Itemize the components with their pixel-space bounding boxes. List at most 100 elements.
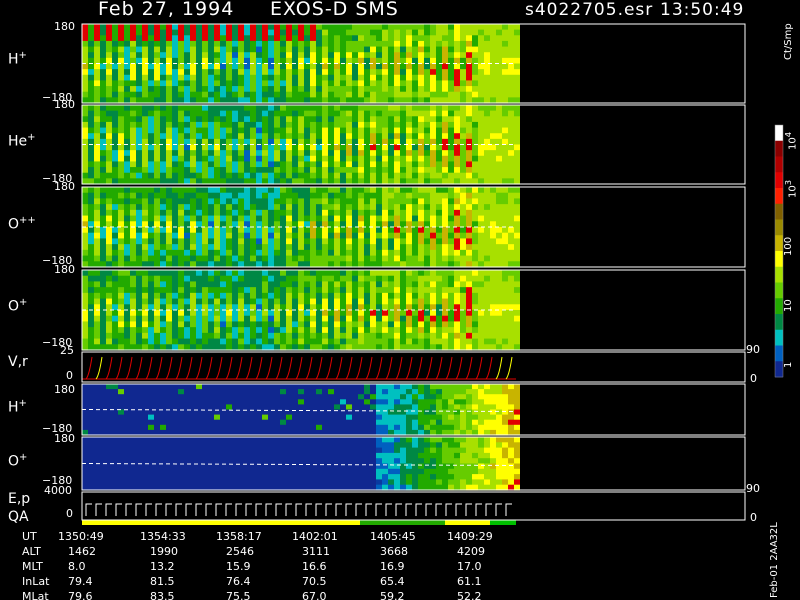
spectrogram-cell — [172, 150, 178, 157]
spectrogram-cell — [328, 86, 334, 93]
spectrogram-cell — [82, 52, 88, 59]
spectrogram-cell — [400, 192, 406, 200]
spectrogram-cell — [448, 35, 454, 42]
spectrogram-cell — [262, 332, 268, 340]
spectrogram-cell — [154, 424, 160, 431]
spectrogram-cell — [172, 414, 178, 421]
spectrogram-cell — [310, 40, 316, 48]
spectrogram-cell — [148, 215, 154, 222]
spectrogram-cell — [172, 399, 178, 405]
spectrogram-cell — [316, 144, 322, 151]
spectrogram-cell — [280, 52, 286, 59]
spectrogram-cell — [394, 255, 400, 262]
spectrogram-cell — [448, 321, 454, 328]
spectrogram-cell — [490, 24, 496, 31]
spectrogram-cell — [148, 281, 154, 288]
spectrogram-cell — [376, 414, 382, 421]
spectrogram-cell — [298, 270, 304, 277]
spectrogram-cell — [274, 161, 280, 168]
spectrogram-cell — [412, 116, 418, 123]
spectrogram-cell — [238, 327, 244, 334]
spectrogram-cell — [118, 155, 124, 163]
spectrogram-cell — [418, 394, 424, 400]
spectrogram-cell — [142, 315, 148, 323]
spectrogram-cell — [94, 86, 100, 93]
spectrogram-cell — [268, 244, 274, 251]
spectrogram-cell — [178, 292, 184, 300]
spectrogram-cell — [160, 35, 166, 42]
spectrogram-cell — [370, 227, 376, 234]
spectrogram-cell — [496, 40, 502, 48]
spectrogram-cell — [430, 209, 436, 217]
spectrogram-cell — [412, 74, 418, 82]
spectrogram-cell — [346, 419, 352, 426]
spectrogram-cell — [496, 80, 502, 87]
spectrogram-cell — [244, 399, 250, 405]
spectrogram-cell — [418, 232, 424, 240]
spectrogram-cell — [196, 287, 202, 294]
spectrogram-cell — [130, 74, 136, 82]
spectrogram-cell — [118, 74, 124, 82]
spectrogram-cell — [142, 463, 148, 470]
spectrogram-cell — [466, 292, 472, 300]
spectrogram-cell — [442, 321, 448, 328]
spectrogram-cell — [412, 35, 418, 42]
spectrogram-cell — [370, 327, 376, 334]
spectrogram-cell — [250, 110, 256, 117]
spectrogram-cell — [250, 292, 256, 300]
spectrogram-cell — [202, 404, 208, 411]
spectrogram-cell — [196, 394, 202, 400]
spectrogram-cell — [418, 121, 424, 129]
spectrogram-cell — [94, 249, 100, 257]
spectrogram-cell — [142, 384, 148, 390]
spectrogram-cell — [340, 419, 346, 426]
spectrogram-cell — [322, 91, 328, 98]
spectrogram-cell — [100, 198, 106, 205]
spectrogram-cell — [106, 198, 112, 205]
spectrogram-cell — [262, 394, 268, 400]
spectrogram-cell — [430, 275, 436, 283]
spectrogram-cell — [148, 133, 154, 140]
spectrogram-cell — [412, 86, 418, 93]
spectrogram-cell — [478, 238, 484, 245]
spectrogram-cell — [154, 338, 160, 345]
spectrogram-cell — [358, 419, 364, 426]
spectrogram-cell — [322, 321, 328, 328]
spectrogram-cell — [400, 338, 406, 345]
spectrogram-cell — [442, 419, 448, 426]
spectrogram-cell — [460, 409, 466, 416]
spectrogram-cell — [436, 63, 442, 70]
spectrogram-cell — [220, 255, 226, 262]
spectrogram-cell — [82, 298, 88, 305]
spectrogram-cell — [250, 127, 256, 134]
spectrogram-cell — [478, 232, 484, 240]
spectrogram-cell — [286, 133, 292, 140]
spectrogram-cell — [172, 91, 178, 98]
spectrogram-cell — [106, 275, 112, 283]
spectrogram-cell — [448, 238, 454, 245]
spectrogram-cell — [130, 46, 136, 53]
spectrogram-cell — [424, 409, 430, 416]
spectrogram-cell — [106, 144, 112, 151]
spectrogram-cell — [436, 29, 442, 36]
spectrogram-cell — [382, 298, 388, 305]
spectrogram-cell — [292, 275, 298, 283]
spectrogram-cell — [340, 127, 346, 134]
spectrogram-cell — [100, 24, 106, 31]
spectrogram-cell — [274, 404, 280, 411]
spectrogram-cell — [412, 255, 418, 262]
spectrogram-cell — [244, 167, 250, 174]
spectrogram-cell — [244, 287, 250, 294]
spectrogram-cell — [250, 281, 256, 288]
spectrogram-cell — [448, 204, 454, 211]
spectrogram-cell — [298, 255, 304, 262]
spectrogram-cell — [448, 63, 454, 70]
spectrogram-cell — [508, 384, 514, 390]
spectrogram-cell — [280, 255, 286, 262]
spectrogram-cell — [196, 270, 202, 277]
spectrogram-cell — [280, 155, 286, 163]
spectrogram-cell — [130, 227, 136, 234]
spectrogram-cell — [394, 227, 400, 234]
spectrogram-cell — [136, 270, 142, 277]
spectrogram-cell — [190, 91, 196, 98]
